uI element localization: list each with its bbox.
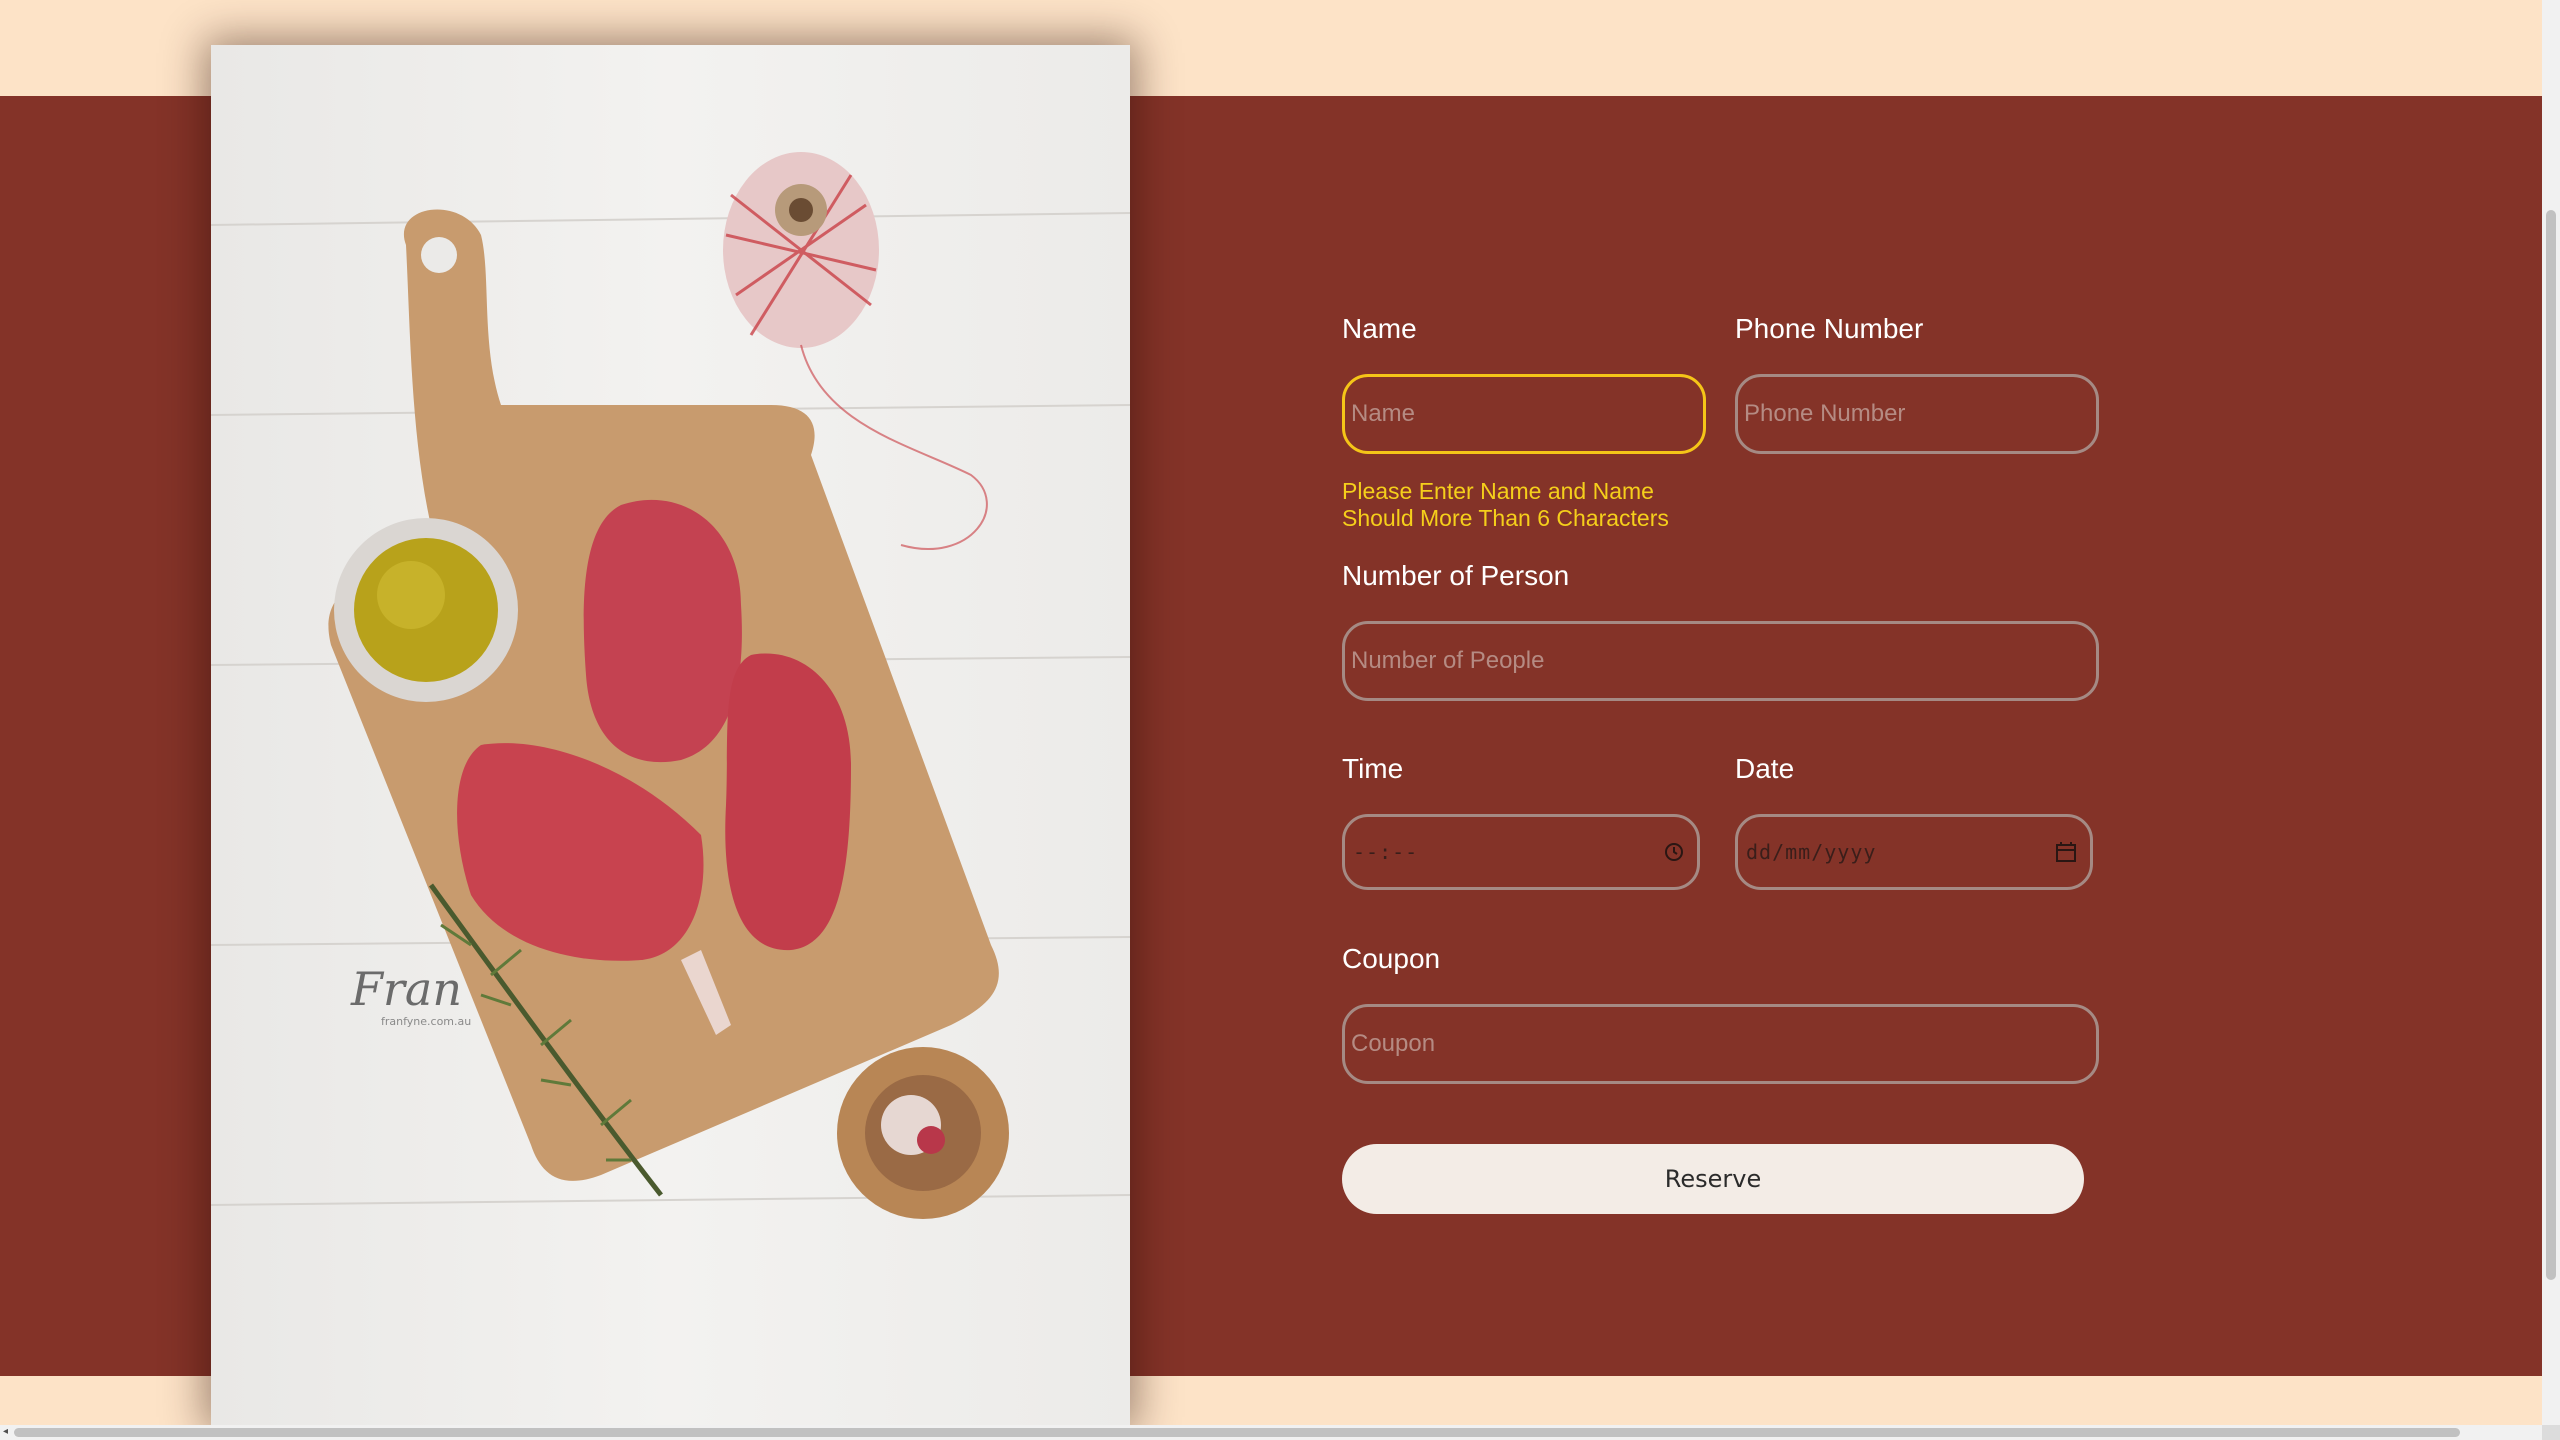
people-label: Number of Person [1342, 560, 1570, 591]
name-label: Name [1342, 313, 1417, 344]
date-label: Date [1735, 753, 1795, 784]
scroll-left-arrow-icon[interactable]: ◂ [3, 1427, 8, 1437]
vertical-scrollbar[interactable] [2542, 0, 2560, 1425]
phone-input[interactable] [1735, 374, 2099, 454]
date-placeholder: dd/mm/yyyy [1746, 840, 1877, 864]
name-error-message: Please Enter Name and Name Should More T… [1342, 478, 1669, 531]
time-label: Time [1342, 753, 1404, 784]
time-input[interactable]: --:-- [1342, 814, 1700, 890]
clock-icon[interactable] [1663, 841, 1685, 863]
horizontal-scrollbar-thumb[interactable] [14, 1428, 2460, 1437]
scrollbar-corner [2542, 1425, 2560, 1440]
time-placeholder: --:-- [1353, 840, 1419, 864]
people-input[interactable] [1342, 621, 2099, 701]
reserve-button[interactable]: Reserve [1342, 1144, 2084, 1214]
vertical-scrollbar-thumb[interactable] [2546, 210, 2556, 1280]
calendar-icon[interactable] [2054, 840, 2078, 864]
name-input[interactable] [1342, 374, 1706, 454]
photo-watermark-url: franfyne.com.au [381, 1015, 471, 1028]
phone-label: Phone Number [1735, 313, 1924, 344]
coupon-label: Coupon [1342, 943, 1441, 974]
horizontal-scrollbar[interactable]: ◂ [0, 1425, 2542, 1440]
coupon-input[interactable] [1342, 1004, 2099, 1084]
steak-photo: Fran franfyne.com.au [211, 45, 1130, 1425]
photo-watermark: Fran [350, 962, 462, 1016]
date-input[interactable]: dd/mm/yyyy [1735, 814, 2093, 890]
